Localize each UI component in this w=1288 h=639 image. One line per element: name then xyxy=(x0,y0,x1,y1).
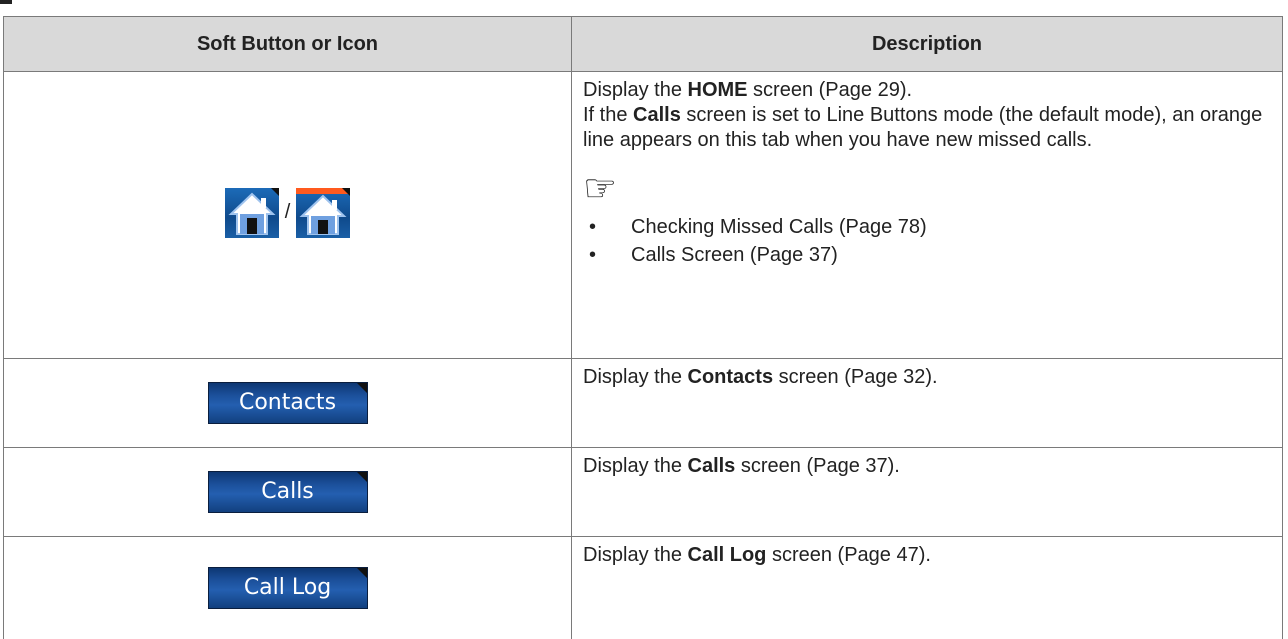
contacts-description: Display the Contacts screen (Page 32). xyxy=(572,359,1283,448)
text: Display the xyxy=(583,544,688,566)
button-label: Calls xyxy=(261,479,314,504)
text: screen (Page 29). xyxy=(748,79,913,101)
bold-term: Calls xyxy=(688,455,736,477)
pointing-hand-icon: ☞ xyxy=(583,169,1272,209)
bold-term: Call Log xyxy=(688,544,767,566)
call-log-description: Display the Call Log screen (Page 47). xyxy=(572,537,1283,639)
table-row: Calls Display the Calls screen (Page 37)… xyxy=(4,448,1283,537)
call-log-button-cell: Call Log xyxy=(4,537,572,639)
bold-term: HOME xyxy=(688,79,748,101)
calls-button-cell: Calls xyxy=(4,448,572,537)
corner-mark xyxy=(357,383,367,393)
text: screen (Page 47). xyxy=(766,544,931,566)
button-label: Contacts xyxy=(239,390,336,415)
home-description: Display the HOME screen (Page 29). If th… xyxy=(572,72,1283,359)
list-item: Calls Screen (Page 37) xyxy=(583,241,1272,269)
text: screen (Page 32). xyxy=(773,366,938,388)
call-log-button[interactable]: Call Log xyxy=(208,567,368,609)
corner-mark xyxy=(357,472,367,482)
soft-button-table: Soft Button or Icon Description / xyxy=(3,16,1283,639)
calls-button[interactable]: Calls xyxy=(208,471,368,513)
text: If the xyxy=(583,104,633,126)
table-row: / Display the HOME screen (Page 29). If … xyxy=(4,72,1283,359)
text: Display the xyxy=(583,366,688,388)
text: screen (Page 37). xyxy=(735,455,900,477)
calls-description: Display the Calls screen (Page 37). xyxy=(572,448,1283,537)
home-desc-line2: If the Calls screen is set to Line Butto… xyxy=(583,103,1272,153)
text: Display the xyxy=(583,79,688,101)
table-row: Call Log Display the Call Log screen (Pa… xyxy=(4,537,1283,639)
bold-term: Calls xyxy=(633,104,681,126)
reference-list: Checking Missed Calls (Page 78) Calls Sc… xyxy=(583,213,1272,269)
table-header-row: Soft Button or Icon Description xyxy=(4,17,1283,72)
header-description: Description xyxy=(572,17,1283,72)
page-corner-mark xyxy=(0,0,12,4)
home-tab-icon[interactable] xyxy=(225,188,279,238)
home-desc-line1: Display the HOME screen (Page 29). xyxy=(583,78,1272,103)
home-tab-missed-icon[interactable] xyxy=(296,188,350,238)
text: Display the xyxy=(583,455,688,477)
contacts-button[interactable]: Contacts xyxy=(208,382,368,424)
icon-separator: / xyxy=(285,201,291,224)
contacts-button-cell: Contacts xyxy=(4,359,572,448)
table-row: Contacts Display the Contacts screen (Pa… xyxy=(4,359,1283,448)
bold-term: Contacts xyxy=(688,366,774,388)
list-item: Checking Missed Calls (Page 78) xyxy=(583,213,1272,241)
home-icon-cell: / xyxy=(4,72,572,359)
header-soft-button: Soft Button or Icon xyxy=(4,17,572,72)
button-label: Call Log xyxy=(244,575,331,600)
corner-mark xyxy=(357,568,367,578)
text: screen is set to Line Buttons mode (the … xyxy=(583,104,1262,151)
